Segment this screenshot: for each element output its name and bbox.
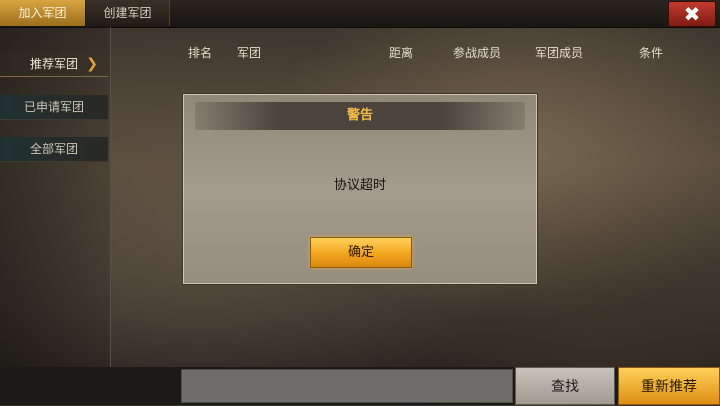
warning-dialog: 警告 协议超时 确定	[182, 93, 538, 285]
chevron-right-icon: ❯	[86, 56, 98, 72]
column-header-rank: 排名	[188, 46, 213, 60]
column-header-legion-members: 军团成员	[535, 46, 584, 60]
dialog-message: 协议超时	[333, 178, 386, 193]
find-button[interactable]: 查找	[515, 367, 615, 405]
tab-create-legion[interactable]: 创建军团	[86, 0, 170, 26]
dialog-title: 警告	[195, 102, 525, 130]
sidebar-item-all[interactable]: 全部军团	[0, 137, 108, 162]
column-header-legion: 军团	[237, 46, 262, 60]
top-bar: 加入军团 创建军团 ✖	[0, 0, 720, 28]
sidebar-item-recommended[interactable]: 推荐军团 ❯	[0, 52, 108, 77]
sidebar-item-label: 推荐军团	[29, 57, 78, 71]
sidebar-item-applied[interactable]: 已申请军团	[0, 95, 108, 120]
column-header-distance: 距离	[389, 46, 414, 60]
column-header-conditions: 条件	[639, 46, 664, 60]
confirm-button[interactable]: 确定	[310, 237, 412, 268]
close-button[interactable]: ✖	[668, 1, 716, 27]
tab-join-legion[interactable]: 加入军团	[0, 0, 85, 26]
close-icon: ✖	[683, 2, 701, 26]
column-header-battle-members: 参战成员	[453, 46, 502, 60]
search-input[interactable]	[181, 369, 513, 403]
sidebar: 推荐军团 ❯ 已申请军团 全部军团	[0, 27, 111, 367]
re-recommend-button[interactable]: 重新推荐	[618, 367, 720, 405]
